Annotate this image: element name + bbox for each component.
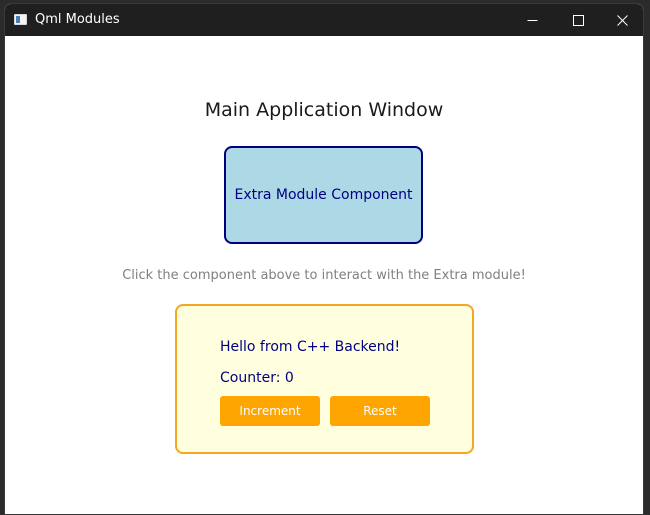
close-button[interactable] [599, 4, 643, 36]
counter-label: Counter: 0 [220, 370, 294, 386]
main-content: Main Application Window Extra Module Com… [5, 36, 643, 514]
increment-button[interactable]: Increment [220, 396, 320, 426]
window-title: Qml Modules [35, 12, 120, 27]
hint-text: Click the component above to interact wi… [122, 268, 526, 283]
extra-module-label: Extra Module Component [234, 187, 413, 203]
app-window: Qml Modules Main Application Window Extr… [4, 3, 644, 515]
backend-greeting: Hello from C++ Backend! [220, 339, 401, 355]
minimize-icon [527, 19, 537, 21]
maximize-icon [572, 14, 584, 26]
close-icon [616, 14, 628, 26]
page-title: Main Application Window [204, 99, 444, 121]
maximize-button[interactable] [555, 4, 601, 36]
minimize-button[interactable] [509, 4, 555, 36]
extra-module-component[interactable]: Extra Module Component [224, 146, 423, 244]
reset-button[interactable]: Reset [330, 396, 430, 426]
backend-panel: Hello from C++ Backend! Counter: 0 Incre… [175, 304, 474, 454]
app-icon [14, 14, 27, 25]
title-bar[interactable]: Qml Modules [5, 4, 643, 36]
